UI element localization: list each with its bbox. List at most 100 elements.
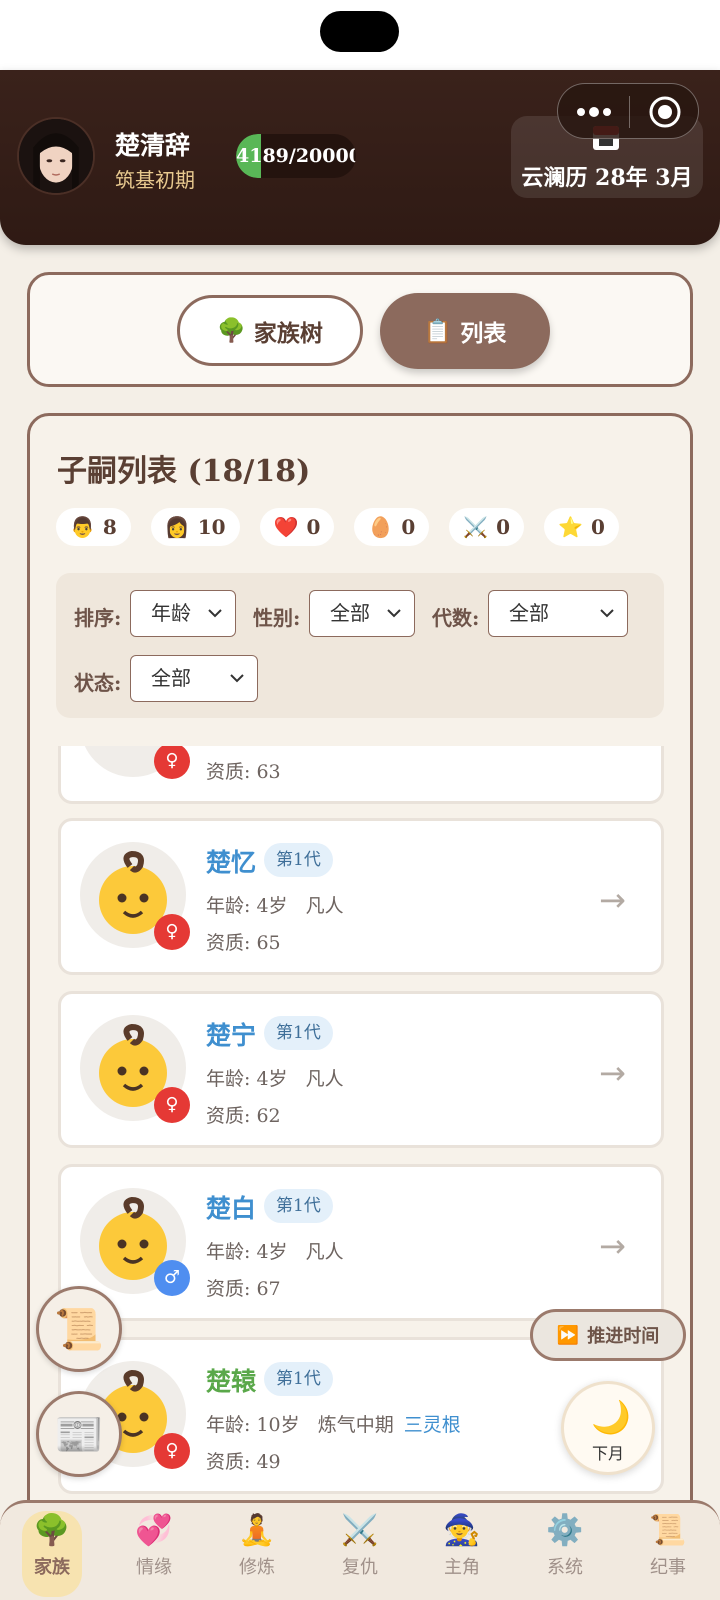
scroll-icon: 📜: [649, 1513, 687, 1548]
child-name: 楚忆: [206, 848, 257, 877]
star-icon: ⭐: [558, 515, 583, 539]
married-count: 0: [306, 515, 321, 539]
next-month-button[interactable]: 🌙 下月: [561, 1381, 655, 1475]
tab-system[interactable]: ⚙️ 系统: [535, 1511, 595, 1597]
player-name: 楚清辞: [115, 131, 191, 160]
generation-badge: 第1代: [264, 843, 333, 877]
child-name: 楚辕: [206, 1367, 257, 1396]
more-options-icon[interactable]: [576, 98, 612, 126]
tab-revenge[interactable]: ⚔️ 复仇: [330, 1511, 390, 1597]
egg-icon: 🥚: [368, 515, 394, 539]
list-view-button[interactable]: 📋 列表: [380, 293, 550, 369]
sort-select[interactable]: 年龄: [130, 590, 236, 637]
player-avatar[interactable]: [17, 117, 95, 195]
child-name: 楚白: [206, 1194, 257, 1223]
woman-icon: 👩: [164, 515, 190, 539]
egg-count: 0: [401, 515, 416, 539]
female-badge: ♀: [154, 1087, 190, 1123]
tab-label: 纪事: [650, 1557, 686, 1578]
status-select[interactable]: 全部: [130, 655, 258, 702]
camera-notch: [320, 11, 399, 52]
date-text: 云澜历 28年 3月: [521, 165, 693, 191]
exp-bar: 4189/20000: [236, 134, 356, 178]
bottom-tab-bar: 🌳 家族 💞 情缘 🧘 修炼 ⚔️ 复仇 🧙 主角 ⚙️ 系统 📜 纪事: [0, 1500, 720, 1600]
clipboard-icon: 📋: [423, 317, 453, 345]
female-badge: ♀: [154, 1433, 190, 1469]
family-tree-label: 家族树: [253, 319, 323, 347]
child-age: 年龄: 4岁: [206, 895, 288, 917]
exp-text: 4189/20000: [236, 145, 356, 167]
tab-label: 复仇: [342, 1557, 378, 1578]
children-stats: 👨 8 👩 10 ❤️ 0 🥚 0 ⚔️ 0 ⭐ 0: [56, 508, 619, 546]
female-count: 10: [197, 515, 226, 539]
child-realm: 凡人: [305, 1068, 344, 1090]
child-realm: 凡人: [305, 895, 344, 917]
next-month-label: 下月: [591, 1444, 624, 1463]
tab-romance[interactable]: 💞 情缘: [124, 1511, 184, 1597]
egg-count-chip: 🥚 0: [354, 508, 430, 546]
meditation-icon: 🧘: [238, 1513, 276, 1548]
child-card[interactable]: ♂ 楚白 第1代 年龄: 4岁 凡人 资质: 67 →: [58, 1164, 664, 1321]
player-realm: 筑基初期: [115, 168, 195, 192]
tab-label: 主角: [444, 1557, 480, 1578]
gear-icon: ⚙️: [546, 1513, 584, 1548]
tab-family[interactable]: 🌳 家族: [22, 1511, 82, 1597]
female-badge: ♀: [154, 914, 190, 950]
tab-protagonist[interactable]: 🧙 主角: [432, 1511, 492, 1597]
arrow-right-icon[interactable]: →: [599, 1054, 626, 1092]
view-toggle: 🌳 家族树 📋 列表: [27, 272, 693, 387]
chevron-down-icon: [600, 609, 614, 618]
child-card-partial[interactable]: ♀ 资质: 63: [58, 746, 664, 804]
news-button[interactable]: 📰: [36, 1391, 122, 1477]
hearts-icon: 💞: [135, 1513, 173, 1548]
status-label: 状态:: [74, 671, 122, 695]
mage-icon: 🧙: [443, 1513, 481, 1548]
arrow-right-icon[interactable]: →: [599, 881, 626, 919]
child-aptitude: 资质: 67: [206, 1278, 281, 1300]
child-aptitude: 资质: 62: [206, 1105, 281, 1127]
man-icon: 👨: [70, 515, 95, 539]
tab-label: 情缘: [136, 1557, 172, 1578]
star-count: 0: [590, 515, 605, 539]
chevron-down-icon: [387, 609, 401, 618]
male-badge: ♂: [154, 1260, 190, 1296]
tab-label: 家族: [34, 1557, 70, 1578]
chevron-down-icon: [208, 609, 222, 618]
combat-count-chip: ⚔️ 0: [449, 508, 525, 546]
arrow-right-icon[interactable]: →: [599, 1227, 626, 1265]
moon-icon: 🌙: [591, 1398, 631, 1436]
player-header: 楚清辞 筑基初期 4189/20000 云澜历 28年 3月: [0, 70, 720, 245]
child-age-realm: 年龄: 10岁 炼气中期 三灵根: [206, 1410, 461, 1437]
generation-badge: 第1代: [264, 1016, 333, 1050]
advance-time-label: 推进时间: [587, 1326, 660, 1347]
gender-label: 性别:: [253, 606, 301, 630]
child-name: 楚宁: [206, 1021, 257, 1050]
tab-cultivation[interactable]: 🧘 修炼: [227, 1511, 287, 1597]
spirit-root: 三灵根: [403, 1414, 461, 1436]
chevron-down-icon: [230, 674, 244, 683]
child-age-realm: 年龄: 4岁 凡人: [206, 1237, 344, 1264]
tab-label: 系统: [547, 1557, 583, 1578]
tab-label: 修炼: [239, 1557, 275, 1578]
scroll-button[interactable]: 📜: [36, 1286, 122, 1372]
child-realm: 凡人: [305, 1241, 344, 1263]
child-aptitude: 资质: 63: [206, 761, 281, 783]
generation-select[interactable]: 全部: [488, 590, 628, 637]
generation-badge: 第1代: [264, 1362, 333, 1396]
child-age-realm: 年龄: 4岁 凡人: [206, 891, 344, 918]
child-card[interactable]: ♀ 楚宁 第1代 年龄: 4岁 凡人 资质: 62 →: [58, 991, 664, 1148]
tree-icon: 🌳: [217, 317, 246, 344]
advance-time-button[interactable]: ⏩ 推进时间: [530, 1309, 686, 1361]
close-miniprogram-icon[interactable]: [648, 95, 682, 129]
tree-icon: 🌳: [33, 1513, 71, 1548]
generation-value: 全部: [509, 601, 549, 625]
married-count-chip: ❤️ 0: [259, 508, 335, 546]
tab-chronicle[interactable]: 📜 纪事: [638, 1511, 698, 1597]
gender-select[interactable]: 全部: [309, 590, 415, 637]
child-age-realm: 年龄: 4岁 凡人: [206, 1064, 344, 1091]
family-tree-button[interactable]: 🌳 家族树: [177, 295, 363, 366]
female-count-chip: 👩 10: [150, 508, 240, 546]
child-age: 年龄: 10岁: [206, 1414, 300, 1436]
child-card[interactable]: ♀ 楚忆 第1代 年龄: 4岁 凡人 资质: 65 →: [58, 818, 664, 975]
crossed-swords-icon: ⚔️: [341, 1513, 379, 1548]
